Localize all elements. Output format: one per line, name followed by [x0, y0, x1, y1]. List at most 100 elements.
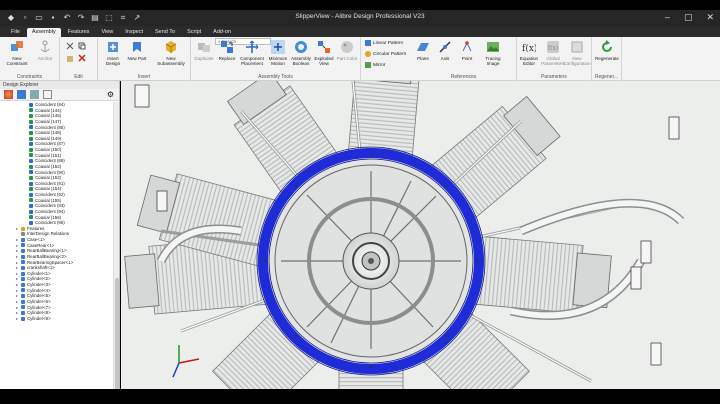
- maximize-button[interactable]: ▢: [684, 12, 693, 23]
- part-icon: [21, 237, 25, 242]
- insert-group-label: Insert: [137, 74, 151, 80]
- tab-features[interactable]: Features: [63, 28, 95, 37]
- tab-inspect[interactable]: Inspect: [120, 28, 148, 37]
- anchor-button[interactable]: Anchor: [32, 40, 58, 61]
- tree-item-label: Cylinder<7>: [27, 304, 51, 310]
- tab-send-to[interactable]: Send To: [150, 28, 180, 37]
- part-icon: [21, 260, 25, 265]
- part-filter-icon[interactable]: [17, 90, 26, 99]
- tab-add-on[interactable]: Add-on: [208, 28, 236, 37]
- tree-item-label: crankshaft<1>: [27, 265, 55, 271]
- cut-icon[interactable]: [66, 42, 74, 50]
- tree-item-label: Coaxial (155): [35, 197, 62, 203]
- tree-item-label: Coaxial (156): [35, 214, 62, 220]
- constraints-group-label: Constraints: [16, 74, 43, 80]
- linear-pattern-icon: [365, 40, 371, 46]
- tab-assembly[interactable]: Assembly: [26, 28, 61, 37]
- new-configuration-button[interactable]: New Configuration: [563, 40, 591, 66]
- insert-group: Insert Design New Part New Subassembly I…: [98, 37, 191, 81]
- display-mode-icon[interactable]: [4, 90, 13, 99]
- svg-text:f(x): f(x): [522, 43, 536, 54]
- plane-button[interactable]: Plane: [411, 40, 435, 61]
- tree-view-icon[interactable]: [30, 90, 39, 99]
- insert-design-label: Insert Design: [105, 56, 121, 66]
- coaxial-icon: [29, 187, 33, 192]
- tree-item-label: Cylinder<6>: [27, 298, 51, 304]
- tracing-image-label: Tracing Image: [485, 56, 501, 66]
- tree-item-label: Cylinder<5>: [27, 293, 51, 299]
- tree-scrollbar[interactable]: [113, 102, 119, 398]
- tree-item[interactable]: ▸ Cylinder<9>: [0, 316, 113, 322]
- 3d-viewport[interactable]: [121, 81, 720, 389]
- coaxial-icon: [29, 215, 33, 220]
- global-parameters-button[interactable]: f(x) Global Parameters: [541, 40, 565, 66]
- insert-design-icon: [108, 42, 118, 52]
- part-icon: [21, 243, 25, 248]
- tracing-image-icon: [487, 42, 499, 52]
- exploded-view-icon: [318, 41, 330, 53]
- tree-item-label: RearBearingSpacer<1>: [27, 259, 74, 265]
- global-parameters-label: Global Parameters: [541, 56, 565, 66]
- regenerate-label: Regenerate: [594, 56, 619, 61]
- gear-icon[interactable]: ⚙: [106, 90, 115, 99]
- tracing-image-button[interactable]: Tracing Image: [479, 40, 507, 66]
- radial-engine-model[interactable]: [121, 81, 720, 389]
- coaxial-icon: [29, 164, 33, 169]
- tree-item-label: Coaxial (149): [35, 135, 62, 141]
- svg-text:f(x): f(x): [548, 45, 558, 52]
- insert-design-button[interactable]: Insert Design: [100, 40, 126, 66]
- part-color-button[interactable]: Part Color: [334, 40, 360, 61]
- point-button[interactable]: Point: [455, 40, 479, 61]
- tab-file[interactable]: File: [6, 28, 25, 37]
- tree-item-label: Cylinder<3>: [27, 282, 51, 287]
- coincident-icon: [29, 220, 33, 225]
- tree-item-label: Coincident (91): [35, 180, 65, 186]
- delete-icon[interactable]: [78, 54, 86, 62]
- tab-view[interactable]: View: [96, 28, 118, 37]
- component-placement-button[interactable]: Component Placement: [237, 40, 267, 66]
- assembly-boolean-label: Assembly Boolean: [291, 56, 311, 66]
- linear-pattern-button[interactable]: Linear Pattern: [365, 40, 403, 46]
- minimize-button[interactable]: –: [665, 12, 670, 23]
- tab-script[interactable]: Script: [182, 28, 206, 37]
- collapse-icon[interactable]: [43, 90, 52, 99]
- assembly-tools-group: Duplicate Replace Component Placement Mi…: [191, 37, 361, 81]
- coaxial-icon: [29, 198, 33, 203]
- regenerate-button[interactable]: Regenerate: [593, 40, 621, 61]
- coincident-icon: [29, 170, 33, 175]
- coincident-icon: [29, 159, 33, 164]
- copy-icon[interactable]: [78, 42, 86, 50]
- part-color-icon: [341, 41, 353, 53]
- coaxial-icon: [29, 108, 33, 113]
- regenerate-icon: [602, 40, 612, 52]
- new-constraint-button[interactable]: New Constraint: [4, 40, 30, 66]
- part-icon: [21, 277, 25, 282]
- references-group-label: References: [450, 74, 477, 80]
- tree-item-label: Cylinder<8>: [27, 310, 51, 316]
- part-icon: [21, 254, 25, 259]
- part-icon: [21, 249, 25, 254]
- plane-label: Plane: [417, 56, 429, 61]
- tree-item-label: CaseRear<1>: [27, 242, 55, 248]
- parameters-group-label: Parameters: [541, 74, 567, 80]
- tree-item-label: Coaxial (153): [35, 175, 62, 181]
- paste-icon[interactable]: [66, 54, 74, 62]
- tree-item-label: Coincident (95): [35, 220, 65, 226]
- part-icon: [21, 305, 25, 310]
- axis-label: Axis: [440, 56, 450, 61]
- circular-pattern-button[interactable]: Circular Pattern: [365, 51, 406, 57]
- scrollbar-thumb[interactable]: [115, 278, 119, 398]
- equation-editor-button[interactable]: f(x) Equation Editor: [517, 40, 541, 66]
- tree-item-label: Coincident (92): [35, 192, 65, 197]
- mirror-button[interactable]: Mirror: [365, 62, 386, 68]
- new-part-button[interactable]: New Part: [124, 40, 150, 61]
- assembly-boolean-icon: [295, 41, 307, 53]
- tree-item-label: InterDesign Relations: [27, 231, 69, 237]
- close-button[interactable]: ✕: [706, 12, 714, 23]
- tree-item-label: Cylinder<9>: [27, 315, 51, 321]
- axis-button[interactable]: Axis: [433, 40, 457, 61]
- coincident-icon: [29, 204, 33, 209]
- new-subassembly-button[interactable]: New Subassembly: [154, 40, 188, 66]
- tree-item-label: RearBallBearing<1>: [27, 248, 67, 254]
- design-tree[interactable]: Coincident (84) Coaxial (144) Coaxial (145…: [0, 102, 113, 389]
